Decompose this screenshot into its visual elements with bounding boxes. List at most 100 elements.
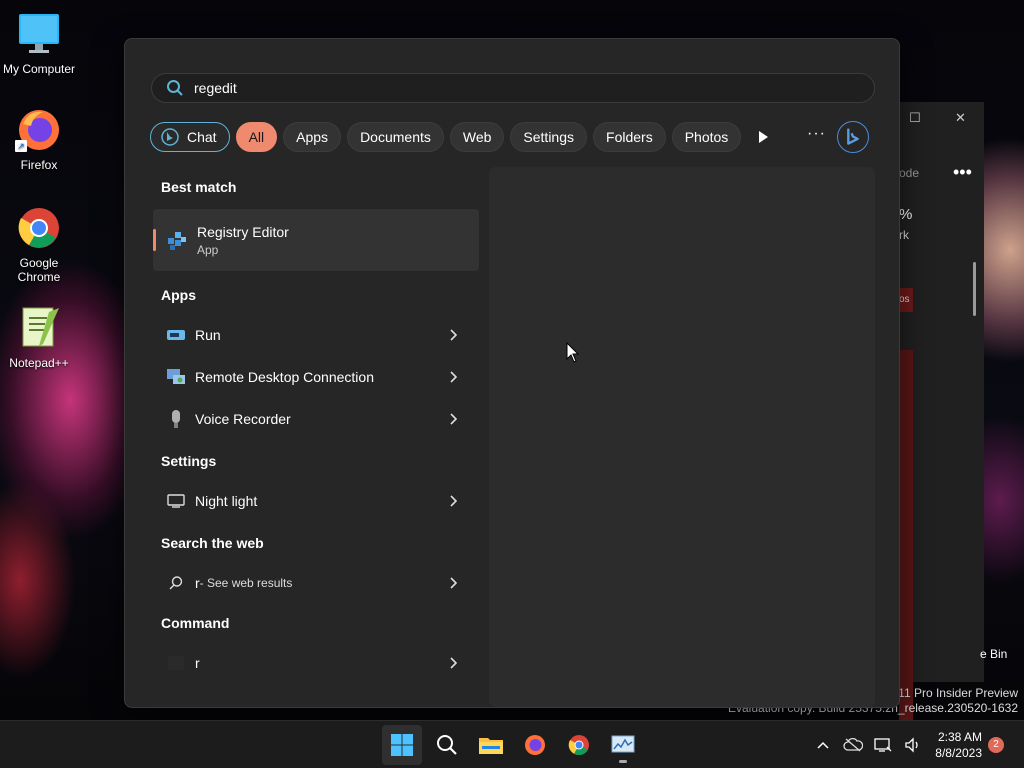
window-percent-text: %: [899, 206, 913, 223]
task-manager-icon: [611, 735, 635, 753]
filter-all[interactable]: All: [235, 122, 278, 152]
desktop-icon-firefox[interactable]: ↗ Firefox: [1, 106, 77, 172]
taskbar: 2:38 AM 8/8/2023 2: [0, 720, 1024, 768]
filter-label: Photos: [684, 129, 729, 145]
monitor-icon: [19, 14, 59, 53]
chevron-right-icon[interactable]: [449, 412, 459, 426]
play-icon[interactable]: [753, 127, 773, 147]
filter-apps[interactable]: Apps: [283, 122, 342, 152]
result-label: Voice Recorder: [195, 411, 291, 427]
folder-icon: [479, 738, 503, 754]
result-command[interactable]: r: [153, 643, 479, 683]
run-icon: [165, 324, 187, 346]
search-icon: [167, 80, 183, 96]
chevron-right-icon[interactable]: [449, 656, 459, 670]
result-label: Remote Desktop Connection: [195, 369, 374, 385]
clock-time: 2:38 AM: [937, 730, 982, 744]
best-match-registry-editor[interactable]: Registry Editor App: [153, 209, 479, 271]
desktop-icon-chrome[interactable]: Google Chrome: [1, 204, 77, 284]
filter-label: Web: [462, 129, 492, 145]
desktop-icon-label: My Computer: [2, 62, 76, 76]
more-options-button[interactable]: ···: [807, 125, 826, 143]
result-label: r: [195, 655, 200, 671]
chevron-right-icon[interactable]: [449, 328, 459, 342]
registry-editor-icon: [168, 232, 186, 250]
volume-icon[interactable]: [903, 735, 923, 755]
search-icon: [165, 572, 187, 594]
result-voice-recorder[interactable]: Voice Recorder: [153, 399, 479, 439]
result-label: Night light: [195, 493, 258, 509]
maximize-icon[interactable]: ☐: [909, 110, 921, 126]
chrome-icon: [568, 735, 589, 756]
search-icon: [437, 735, 457, 755]
preview-pane: [489, 167, 875, 707]
close-icon[interactable]: ✕: [955, 110, 966, 126]
chrome-icon: [18, 208, 59, 248]
result-run[interactable]: Run: [153, 315, 479, 355]
chevron-right-icon[interactable]: [449, 576, 459, 590]
desktop-icon-notepad-plus-plus[interactable]: Notepad++: [1, 304, 77, 370]
display-icon: [165, 490, 187, 512]
desktop-icon-label: Google Chrome: [17, 256, 61, 284]
section-title-best-match: Best match: [161, 179, 237, 195]
taskbar-search-button[interactable]: [427, 725, 467, 765]
result-web-search[interactable]: r - See web results: [153, 563, 479, 603]
selection-accent: [153, 229, 156, 251]
firefox-icon: [525, 735, 545, 755]
filter-label: Settings: [523, 129, 575, 145]
filter-web[interactable]: Web: [449, 122, 505, 152]
background-window[interactable]: ☐ ✕ ode ••• % rk os: [898, 102, 984, 750]
web-query-suffix: - See web results: [199, 576, 293, 590]
window-col-text: rk: [899, 228, 909, 242]
result-night-light[interactable]: Night light: [153, 481, 479, 521]
filter-photos[interactable]: Photos: [671, 122, 742, 152]
filter-label: Documents: [360, 129, 431, 145]
window-row: os: [899, 288, 913, 312]
taskbar-task-manager[interactable]: [603, 725, 643, 765]
bing-icon[interactable]: [837, 121, 869, 153]
clock-date: 8/8/2023: [935, 746, 982, 760]
notepad-icon: [22, 307, 59, 347]
window-header-text: ode: [899, 166, 920, 180]
search-filters: Chat All Apps Documents Web Settings Fol…: [150, 121, 747, 153]
chevron-up-icon[interactable]: [813, 735, 833, 755]
filter-folders[interactable]: Folders: [593, 122, 666, 152]
notification-badge[interactable]: 2: [988, 737, 1004, 753]
windows-logo-icon: [391, 734, 413, 756]
window-more-icon[interactable]: •••: [953, 162, 972, 183]
section-title-search-web: Search the web: [161, 535, 264, 551]
search-box[interactable]: [151, 73, 875, 103]
microphone-icon: [165, 408, 187, 430]
search-panel: Chat All Apps Documents Web Settings Fol…: [124, 38, 900, 708]
filter-chat[interactable]: Chat: [150, 122, 230, 152]
bing-chat-icon: [161, 128, 179, 146]
filter-settings[interactable]: Settings: [510, 122, 588, 152]
taskbar-firefox[interactable]: [515, 725, 555, 765]
desktop-icon-my-computer[interactable]: My Computer: [1, 10, 77, 76]
result-remote-desktop-connection[interactable]: Remote Desktop Connection: [153, 357, 479, 397]
result-label: Run: [195, 327, 221, 343]
best-match-name: Registry Editor: [197, 223, 289, 240]
desktop-icon-label: Firefox: [20, 158, 58, 172]
taskbar-file-explorer[interactable]: [471, 725, 511, 765]
running-indicator: [619, 760, 627, 763]
section-title-command: Command: [161, 615, 230, 631]
network-icon[interactable]: [873, 735, 893, 755]
filter-label: All: [248, 129, 265, 145]
best-match-type: App: [197, 242, 219, 257]
filter-documents[interactable]: Documents: [347, 122, 444, 152]
desktop-icon-label: e Bin: [980, 647, 1008, 661]
system-tray: [808, 721, 928, 768]
shortcut-arrow-icon: ↗: [15, 140, 27, 152]
start-button[interactable]: [382, 725, 422, 765]
section-title-settings: Settings: [161, 453, 217, 469]
window-scrollbar[interactable]: [973, 262, 976, 316]
chevron-right-icon[interactable]: [449, 494, 459, 508]
clock[interactable]: 2:38 AM 8/8/2023: [926, 729, 982, 761]
chevron-right-icon[interactable]: [449, 370, 459, 384]
taskbar-chrome[interactable]: [559, 725, 599, 765]
section-title-apps: Apps: [161, 287, 196, 303]
cloud-offline-icon[interactable]: [843, 735, 863, 755]
search-input[interactable]: [194, 80, 794, 96]
remote-desktop-icon: [165, 366, 187, 388]
